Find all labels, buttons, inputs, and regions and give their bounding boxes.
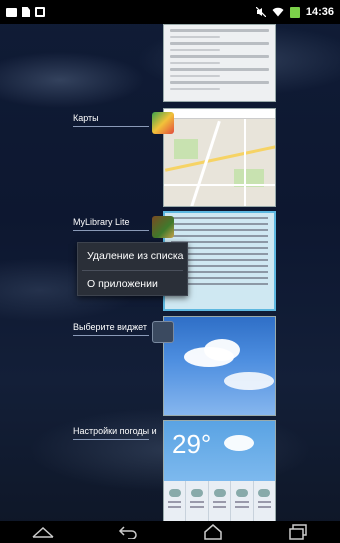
recent-label-mylibrary: MyLibrary Lite: [73, 217, 130, 227]
notification-icons: [6, 7, 45, 17]
menu-item-remove-from-list[interactable]: Удаление из списка: [78, 243, 187, 270]
recent-label-maps: Карты: [73, 113, 99, 123]
thumbnail-widget[interactable]: [163, 316, 276, 416]
library-icon[interactable]: [152, 216, 174, 238]
forecast-grid: [164, 481, 275, 521]
battery-icon: [289, 6, 300, 18]
divider: [73, 439, 149, 440]
divider: [73, 126, 149, 127]
up-icon[interactable]: [31, 524, 55, 540]
thumbnail-weather[interactable]: 29°: [163, 420, 276, 522]
menu-item-app-info[interactable]: О приложении: [78, 271, 187, 298]
status-bar: 14:36: [0, 0, 340, 24]
system-icons: 14:36: [255, 6, 334, 18]
divider: [73, 335, 149, 336]
clock: 14:36: [305, 6, 334, 18]
navigation-bar: [0, 521, 340, 543]
recent-label-weather: Настройки погоды и: [73, 426, 157, 436]
wifi-icon: [272, 7, 284, 17]
widget-icon[interactable]: [152, 321, 174, 343]
photo-icon: [6, 7, 17, 17]
thumbnail-maps[interactable]: [163, 108, 276, 207]
notes-icon: [35, 7, 45, 17]
home-icon[interactable]: [201, 524, 225, 540]
document-icon: [22, 7, 30, 17]
recents-icon[interactable]: [286, 524, 310, 540]
maps-icon[interactable]: [152, 112, 174, 134]
thumbnail-settings[interactable]: [163, 24, 276, 102]
divider: [73, 230, 149, 231]
weather-temperature: 29°: [172, 429, 212, 459]
recent-label-widget: Выберите виджет: [73, 322, 147, 332]
mute-icon: [255, 7, 266, 17]
context-menu: Удаление из списка О приложении: [77, 242, 188, 296]
back-icon[interactable]: [116, 524, 140, 540]
